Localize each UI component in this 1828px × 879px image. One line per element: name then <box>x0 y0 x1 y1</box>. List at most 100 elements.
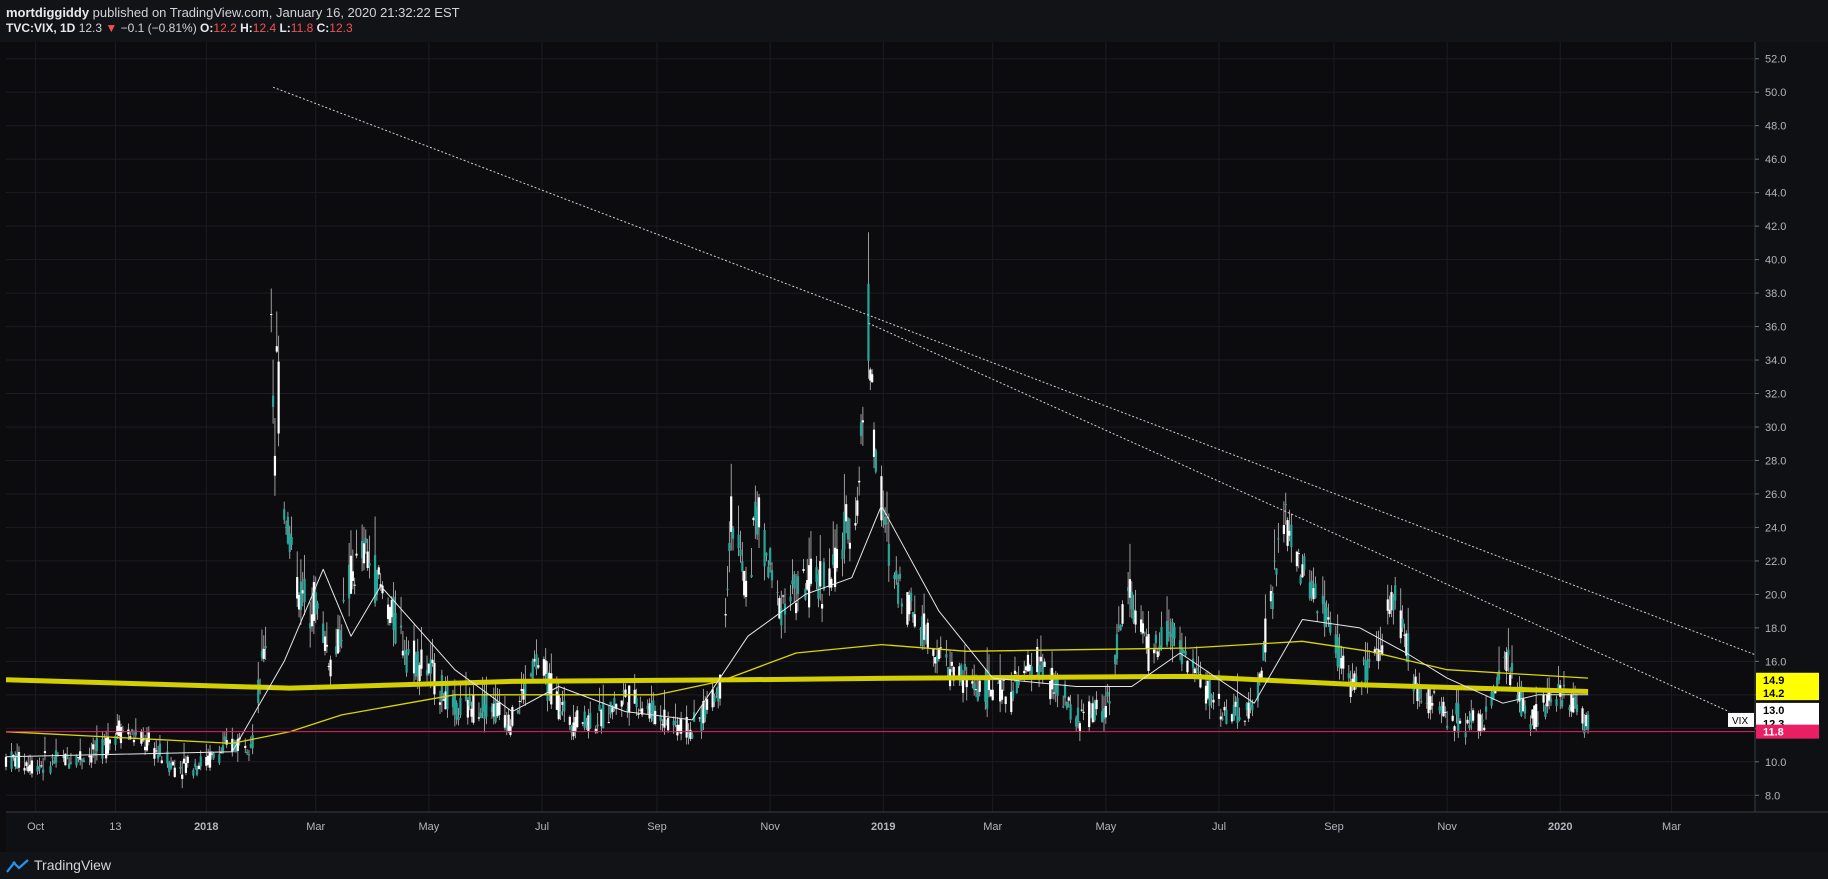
candle-body <box>991 689 994 701</box>
candle-body <box>431 659 434 664</box>
candle-body <box>182 758 186 764</box>
close-value: 12.3 <box>329 21 353 35</box>
candle-body <box>726 588 729 590</box>
candle-body <box>624 689 627 697</box>
time-tick-label: Sep <box>647 821 667 833</box>
candle-body <box>602 701 605 729</box>
time-tick-label: May <box>418 821 439 833</box>
candle-body <box>637 713 640 715</box>
candle-body <box>663 709 666 728</box>
candle-body <box>1394 585 1397 601</box>
candle-body <box>731 528 735 539</box>
candle-body <box>789 596 792 602</box>
price-tick-label: 34.0 <box>1765 355 1786 367</box>
candle-body <box>1507 649 1510 656</box>
candle-body <box>1388 609 1391 614</box>
candle-body <box>900 603 903 607</box>
candle-body <box>147 732 150 743</box>
candle-body <box>1134 610 1137 625</box>
candle-body <box>1069 704 1072 720</box>
candle-body <box>1420 700 1423 703</box>
candle-body <box>1208 677 1211 706</box>
candle-body <box>23 767 26 771</box>
candle-body <box>134 730 137 736</box>
candle-body <box>67 763 71 769</box>
candle-body <box>194 763 197 767</box>
candle-body <box>926 622 929 648</box>
candle-body <box>635 697 638 708</box>
candle-body <box>802 569 805 572</box>
time-tick-label: 2019 <box>871 821 895 833</box>
candle-body <box>596 724 599 727</box>
candle-body <box>705 699 709 710</box>
candle-body <box>1457 703 1460 733</box>
chart-header: mortdiggiddy published on TradingView.co… <box>0 0 1828 42</box>
candle-body <box>737 534 740 549</box>
candle-body <box>1221 718 1224 720</box>
candle-body <box>1555 699 1558 706</box>
candle-body <box>1368 659 1371 662</box>
candle-body <box>173 767 176 778</box>
author-name[interactable]: mortdiggiddy <box>6 5 89 20</box>
candle-body <box>1561 700 1564 707</box>
candle-body <box>316 603 319 609</box>
price-label: 11.8 <box>1763 727 1784 739</box>
time-tick-label: 2018 <box>194 821 218 833</box>
candle-body <box>769 548 772 566</box>
candle-body <box>1108 700 1111 704</box>
candle-body <box>325 644 328 647</box>
candle-body <box>871 374 874 383</box>
candle-body <box>1063 684 1067 698</box>
candle-body <box>1167 631 1171 634</box>
price-tick-label: 36.0 <box>1765 322 1786 334</box>
candle-body <box>1271 593 1274 610</box>
candle-body <box>1225 709 1228 724</box>
candle-body <box>1232 705 1235 721</box>
time-tick-label: 13 <box>109 821 121 833</box>
candle-body <box>1023 670 1026 674</box>
price-tick-label: 32.0 <box>1765 389 1786 401</box>
candle-body <box>730 496 733 532</box>
candle-body <box>342 599 345 602</box>
candle-body <box>1095 699 1098 710</box>
candle-body <box>1303 556 1306 570</box>
candle-body <box>362 543 366 564</box>
candle-body <box>1184 651 1187 656</box>
candle-body <box>782 595 785 597</box>
candle-body <box>531 660 534 682</box>
candle-body <box>1342 655 1345 669</box>
price-change: −0.1 (−0.81%) <box>120 21 197 35</box>
series-tag-label: VIX <box>1732 716 1748 727</box>
candle-body <box>846 518 850 540</box>
publish-info: mortdiggiddy published on TradingView.co… <box>6 5 460 20</box>
candle-body <box>841 549 844 560</box>
symbol-label[interactable]: TVC:VIX, 1D <box>6 21 75 35</box>
candle-body <box>303 578 306 603</box>
candle-body <box>1080 709 1083 711</box>
candle-body <box>874 450 877 472</box>
candle-body <box>1152 649 1156 654</box>
close-label: C: <box>316 21 330 35</box>
candle-body <box>1106 691 1109 697</box>
candle-body <box>54 750 58 763</box>
candle-body <box>1544 705 1547 718</box>
candle-body <box>770 569 774 581</box>
candle-body <box>620 700 623 707</box>
price-tick-label: 28.0 <box>1765 455 1786 467</box>
price-tick-label: 48.0 <box>1765 121 1786 133</box>
candle-body <box>1523 705 1527 714</box>
candle-body <box>1043 661 1046 667</box>
price-chart[interactable]: 8.010.012.014.016.018.020.022.024.026.02… <box>0 42 1828 852</box>
tradingview-brand[interactable]: TradingView <box>34 857 111 873</box>
chart-footer: TradingView <box>0 852 1828 879</box>
price-tick-label: 44.0 <box>1765 188 1786 200</box>
candle-body <box>355 553 358 556</box>
price-tick-label: 42.0 <box>1765 221 1786 233</box>
candle-body <box>181 774 184 779</box>
time-tick-label: May <box>1095 821 1116 833</box>
candle-body <box>767 566 770 578</box>
candle-body <box>1458 720 1462 724</box>
candle-body <box>119 727 123 744</box>
candle-body <box>25 762 28 766</box>
candle-body <box>95 738 98 752</box>
